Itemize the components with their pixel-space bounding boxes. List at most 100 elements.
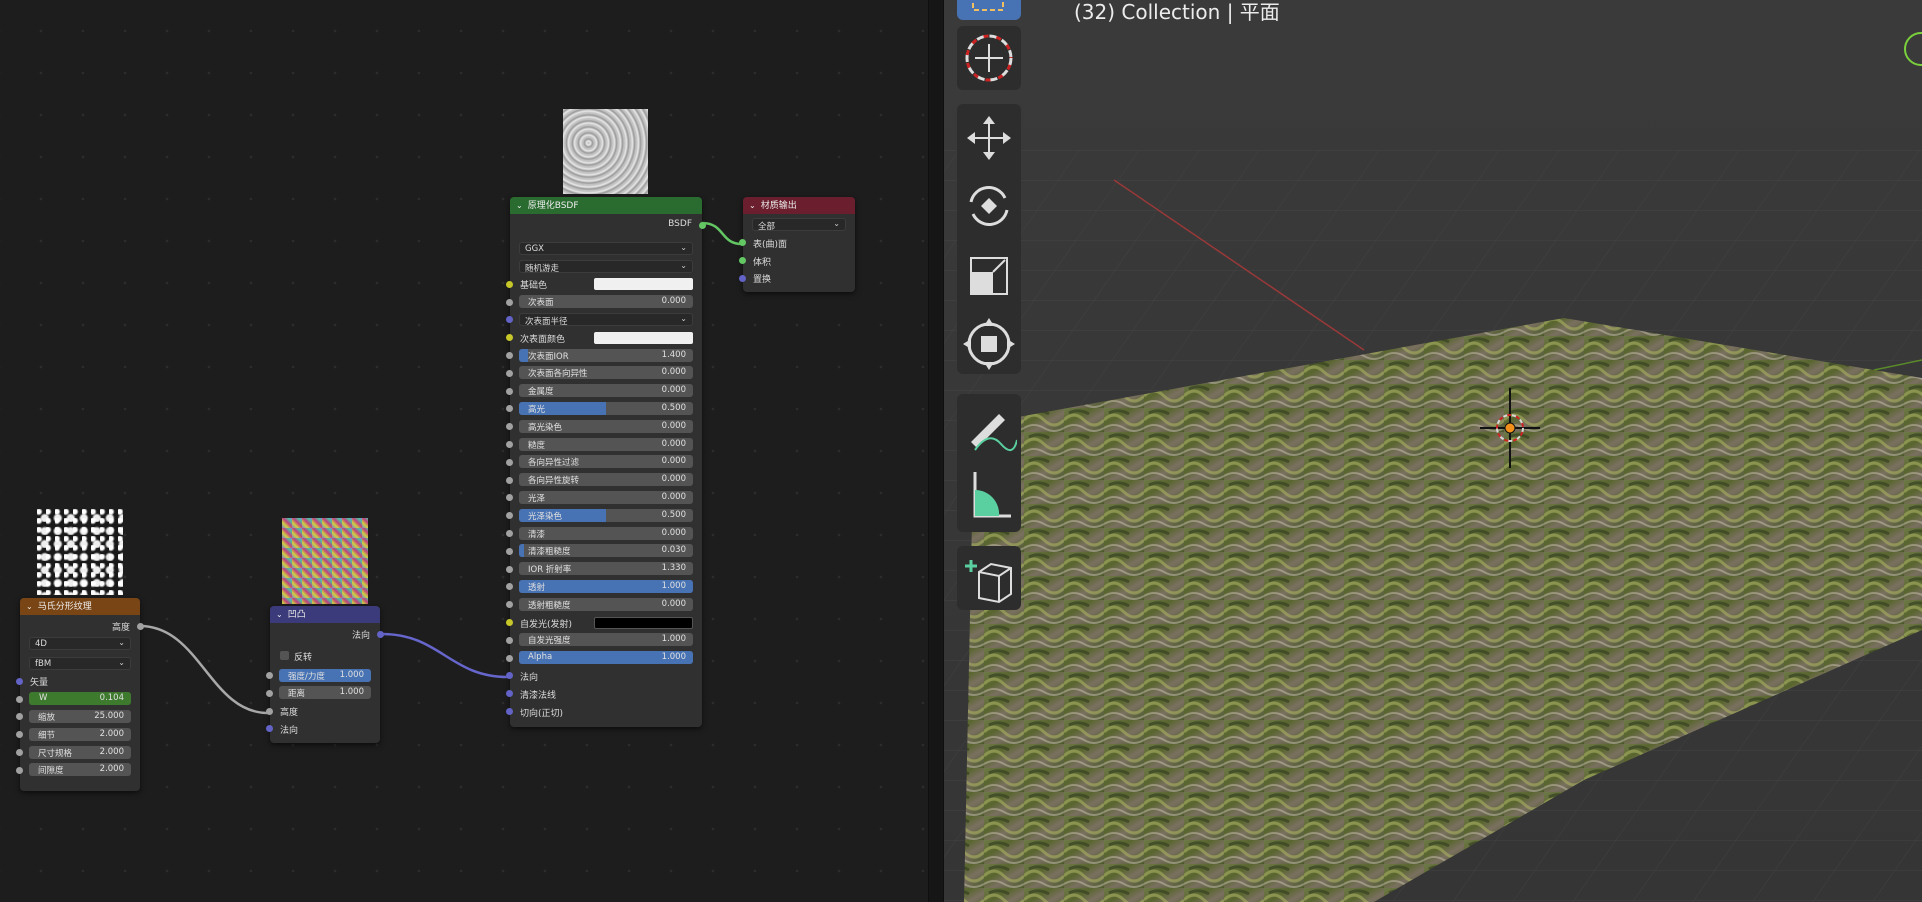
subsurface-method-dropdown[interactable]: 随机游走 ⌄ (519, 259, 693, 274)
select-tool-group[interactable] (957, 0, 1021, 20)
output-socket[interactable] (377, 630, 384, 638)
base-color-swatch[interactable] (594, 278, 693, 291)
cursor-tool-group[interactable] (957, 26, 1021, 90)
collapse-icon[interactable]: ⌄ (276, 606, 283, 623)
bsdf-field[interactable]: IOR 折射率 1.330 (519, 562, 693, 576)
input-socket[interactable] (506, 547, 513, 555)
bump-node[interactable]: ⌄ 凹凸 法向 反转 强度/力度 1.000 距离 1.000 高度 法向 (266, 606, 384, 743)
bsdf-field[interactable]: 次表面各向异性 0.000 (519, 366, 693, 380)
invert-checkbox[interactable] (280, 650, 289, 660)
input-socket[interactable] (16, 731, 23, 739)
input-socket[interactable] (506, 476, 513, 484)
distance-field[interactable]: 距离 1.000 (279, 686, 371, 700)
input-socket[interactable] (266, 689, 273, 697)
collapse-icon[interactable]: ⌄ (749, 197, 756, 214)
type-dropdown[interactable]: fBM ⌄ (29, 656, 131, 670)
bsdf-field[interactable]: 各向异性旋转 0.000 (519, 473, 693, 487)
subsurface-field[interactable]: 次表面 0.000 (519, 295, 693, 309)
input-socket[interactable] (506, 690, 513, 698)
input-socket[interactable] (16, 677, 23, 685)
input-socket[interactable] (506, 352, 513, 360)
input-socket[interactable] (266, 725, 273, 733)
input-socket[interactable] (506, 708, 513, 716)
scale-field[interactable]: 缩放 25.000 (29, 709, 131, 723)
input-socket[interactable] (16, 695, 23, 703)
input-socket[interactable] (266, 707, 273, 715)
bsdf-field[interactable]: 金属度 0.000 (519, 384, 693, 398)
collapse-icon[interactable]: ⌄ (516, 197, 523, 214)
input-socket[interactable] (506, 494, 513, 502)
w-field[interactable]: W 0.104 (29, 692, 131, 706)
musgrave-header[interactable]: ⌄ 马氏分形纹理 (20, 598, 140, 615)
bsdf-field[interactable]: 次表面IOR 1.400 (519, 348, 693, 362)
target-dropdown[interactable]: 全部 ⌄ (752, 218, 846, 232)
output-socket[interactable] (137, 622, 144, 630)
bsdf-field[interactable]: 糙度 0.000 (519, 437, 693, 451)
input-socket[interactable] (739, 239, 746, 247)
alpha-field[interactable]: Alpha 1.000 (519, 651, 693, 665)
cursor-icon[interactable] (961, 30, 1017, 86)
distribution-dropdown[interactable]: GGX ⌄ (519, 241, 693, 255)
input-socket[interactable] (506, 423, 513, 431)
input-socket[interactable] (506, 636, 513, 644)
input-socket[interactable] (506, 334, 513, 342)
input-socket[interactable] (506, 298, 513, 306)
input-socket[interactable] (739, 257, 746, 265)
lacunarity-field[interactable]: 间隙度 2.000 (29, 763, 131, 777)
output-header[interactable]: ⌄ 材质输出 (743, 197, 855, 214)
detail-field[interactable]: 细节 2.000 (29, 727, 131, 741)
move-icon[interactable] (961, 110, 1017, 166)
add-tool-group[interactable] (957, 546, 1021, 610)
input-socket[interactable] (16, 766, 23, 774)
input-socket[interactable] (506, 583, 513, 591)
input-socket[interactable] (506, 387, 513, 395)
input-socket[interactable] (506, 512, 513, 520)
area-splitter[interactable] (928, 0, 944, 902)
input-socket[interactable] (506, 441, 513, 449)
collapse-icon[interactable]: ⌄ (26, 598, 33, 615)
dimension-field[interactable]: 尺寸规格 2.000 (29, 745, 131, 759)
principled-bsdf-node[interactable]: ⌄ 原理化BSDF BSDF GGX ⌄ 随机游走 ⌄ 基础色 次表面 0.000 次表… (506, 197, 706, 727)
add-cube-icon[interactable] (961, 550, 1017, 606)
measure-icon[interactable] (961, 466, 1017, 522)
input-socket[interactable] (506, 405, 513, 413)
input-socket[interactable] (506, 672, 513, 680)
bsdf-field[interactable]: 光泽染色 0.500 (519, 508, 693, 522)
bsdf-field[interactable]: 各向异性过滤 0.000 (519, 455, 693, 469)
input-socket[interactable] (506, 601, 513, 609)
rotate-icon[interactable] (961, 178, 1017, 234)
bsdf-field[interactable]: 清漆 0.000 (519, 526, 693, 540)
subsurface-radius-dropdown[interactable]: 次表面半径 ⌄ (519, 312, 693, 327)
emission-color-swatch[interactable] (594, 616, 693, 629)
emission-strength-field[interactable]: 自发光强度 1.000 (519, 633, 693, 647)
strength-field[interactable]: 强度/力度 1.000 (279, 668, 371, 682)
bsdf-field[interactable]: 透射粗糙度 0.000 (519, 597, 693, 611)
select-box-icon[interactable] (969, 0, 1009, 20)
material-output-node[interactable]: ⌄ 材质输出 全部 ⌄ 表(曲)面 体积 置换 (739, 197, 855, 292)
3d-viewport[interactable]: (32) Collection | 平面 (944, 0, 1922, 902)
annotate-icon[interactable] (961, 400, 1017, 456)
node-editor[interactable]: ⌄ 马氏分形纹理 高度 4D ⌄ fBM ⌄ 矢量 W 0.104 缩放 25.000 细… (0, 0, 928, 902)
input-socket[interactable] (506, 369, 513, 377)
scale-icon[interactable] (961, 248, 1017, 304)
bsdf-field[interactable]: 高光 0.500 (519, 401, 693, 415)
subsurface-color-swatch[interactable] (594, 331, 693, 344)
input-socket[interactable] (506, 280, 513, 288)
bsdf-field[interactable]: 透射 1.000 (519, 579, 693, 593)
input-socket[interactable] (266, 672, 273, 680)
transform-icon[interactable] (961, 316, 1017, 372)
input-socket[interactable] (506, 565, 513, 573)
bsdf-field[interactable]: 光泽 0.000 (519, 490, 693, 504)
transform-tool-group[interactable] (957, 104, 1021, 374)
bump-header[interactable]: ⌄ 凹凸 (270, 606, 380, 623)
input-socket[interactable] (506, 619, 513, 627)
input-socket[interactable] (506, 530, 513, 538)
input-socket[interactable] (16, 749, 23, 757)
dimension-dropdown[interactable]: 4D ⌄ (29, 636, 131, 650)
input-socket[interactable] (739, 274, 746, 282)
input-socket[interactable] (16, 713, 23, 721)
input-socket[interactable] (506, 458, 513, 466)
annotate-tool-group[interactable] (957, 394, 1021, 532)
input-socket[interactable] (506, 654, 513, 662)
musgrave-texture-node[interactable]: ⌄ 马氏分形纹理 高度 4D ⌄ fBM ⌄ 矢量 W 0.104 缩放 25.000 细… (16, 598, 144, 791)
